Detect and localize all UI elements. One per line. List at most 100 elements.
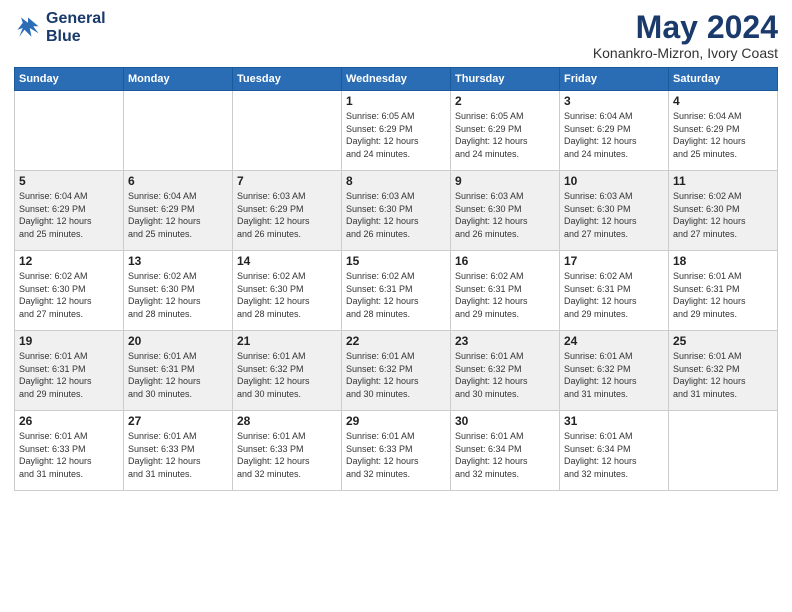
calendar-cell — [669, 411, 778, 491]
day-number: 30 — [455, 414, 555, 428]
day-info: Sunrise: 6:01 AM Sunset: 6:33 PM Dayligh… — [237, 430, 337, 480]
calendar-cell: 17 Sunrise: 6:02 AM Sunset: 6:31 PM Dayli… — [560, 251, 669, 331]
day-info: Sunrise: 6:01 AM Sunset: 6:32 PM Dayligh… — [237, 350, 337, 400]
logo: General Blue — [14, 10, 106, 46]
calendar-cell: 24Sunrise: 6:01 AM Sunset: 6:32 PM Dayli… — [560, 331, 669, 411]
day-info: Sunrise: 6:01 AM Sunset: 6:33 PM Dayligh… — [346, 430, 446, 480]
day-info: Sunrise: 6:01 AM Sunset: 6:31 PM Dayligh… — [128, 350, 228, 400]
calendar-cell: 1Sunrise: 6:05 AM Sunset: 6:29 PM Daylig… — [342, 91, 451, 171]
calendar-cell: 26 Sunrise: 6:01 AM Sunset: 6:33 PM Dayli… — [15, 411, 124, 491]
calendar-week-row: 12 Sunrise: 6:02 AM Sunset: 6:30 PM Dayli… — [15, 251, 778, 331]
day-info: Sunrise: 6:02 AM Sunset: 6:30 PM Dayligh… — [673, 190, 773, 240]
calendar-cell: 25 Sunrise: 6:01 AM Sunset: 6:32 PM Dayli… — [669, 331, 778, 411]
day-info: Sunrise: 6:02 AM Sunset: 6:30 PM Dayligh… — [128, 270, 228, 320]
day-info: Sunrise: 6:01 AM Sunset: 6:33 PM Dayligh… — [19, 430, 119, 480]
calendar-cell: 7Sunrise: 6:03 AM Sunset: 6:29 PM Daylig… — [233, 171, 342, 251]
day-info: Sunrise: 6:01 AM Sunset: 6:31 PM Dayligh… — [19, 350, 119, 400]
day-number: 11 — [673, 174, 773, 188]
calendar-cell: 6 Sunrise: 6:04 AM Sunset: 6:29 PM Daylig… — [124, 171, 233, 251]
day-info: Sunrise: 6:02 AM Sunset: 6:30 PM Dayligh… — [237, 270, 337, 320]
col-friday: Friday — [560, 68, 669, 91]
day-number: 28 — [237, 414, 337, 428]
calendar-cell — [233, 91, 342, 171]
calendar-cell: 8 Sunrise: 6:03 AM Sunset: 6:30 PM Daylig… — [342, 171, 451, 251]
calendar-week-row: 26 Sunrise: 6:01 AM Sunset: 6:33 PM Dayli… — [15, 411, 778, 491]
calendar-cell: 4Sunrise: 6:04 AM Sunset: 6:29 PM Daylig… — [669, 91, 778, 171]
day-info: Sunrise: 6:04 AM Sunset: 6:29 PM Dayligh… — [128, 190, 228, 240]
day-number: 21 — [237, 334, 337, 348]
day-number: 13 — [128, 254, 228, 268]
day-info: Sunrise: 6:01 AM Sunset: 6:33 PM Dayligh… — [128, 430, 228, 480]
calendar-cell: 23Sunrise: 6:01 AM Sunset: 6:32 PM Dayli… — [451, 331, 560, 411]
day-number: 26 — [19, 414, 119, 428]
logo-icon — [14, 14, 42, 42]
day-info: Sunrise: 6:01 AM Sunset: 6:32 PM Dayligh… — [455, 350, 555, 400]
calendar-header-row: Sunday Monday Tuesday Wednesday Thursday… — [15, 68, 778, 91]
col-monday: Monday — [124, 68, 233, 91]
day-number: 17 — [564, 254, 664, 268]
day-number: 8 — [346, 174, 446, 188]
day-info: Sunrise: 6:02 AM Sunset: 6:31 PM Dayligh… — [564, 270, 664, 320]
day-number: 6 — [128, 174, 228, 188]
calendar-cell: 5Sunrise: 6:04 AM Sunset: 6:29 PM Daylig… — [15, 171, 124, 251]
calendar-cell: 31 Sunrise: 6:01 AM Sunset: 6:34 PM Dayli… — [560, 411, 669, 491]
calendar-cell: 16Sunrise: 6:02 AM Sunset: 6:31 PM Dayli… — [451, 251, 560, 331]
page-container: General Blue May 2024 Konankro-Mizron, I… — [0, 0, 792, 501]
day-number: 12 — [19, 254, 119, 268]
day-info: Sunrise: 6:03 AM Sunset: 6:29 PM Dayligh… — [237, 190, 337, 240]
logo-text: General Blue — [46, 10, 106, 46]
calendar-cell: 18Sunrise: 6:01 AM Sunset: 6:31 PM Dayli… — [669, 251, 778, 331]
calendar-cell: 22Sunrise: 6:01 AM Sunset: 6:32 PM Dayli… — [342, 331, 451, 411]
day-number: 19 — [19, 334, 119, 348]
calendar-cell: 13 Sunrise: 6:02 AM Sunset: 6:30 PM Dayli… — [124, 251, 233, 331]
day-number: 18 — [673, 254, 773, 268]
day-info: Sunrise: 6:04 AM Sunset: 6:29 PM Dayligh… — [673, 110, 773, 160]
calendar-cell: 30 Sunrise: 6:01 AM Sunset: 6:34 PM Dayli… — [451, 411, 560, 491]
calendar-table: Sunday Monday Tuesday Wednesday Thursday… — [14, 67, 778, 491]
calendar-cell — [124, 91, 233, 171]
col-wednesday: Wednesday — [342, 68, 451, 91]
day-number: 10 — [564, 174, 664, 188]
day-info: Sunrise: 6:01 AM Sunset: 6:34 PM Dayligh… — [564, 430, 664, 480]
day-info: Sunrise: 6:02 AM Sunset: 6:31 PM Dayligh… — [455, 270, 555, 320]
calendar-week-row: 1Sunrise: 6:05 AM Sunset: 6:29 PM Daylig… — [15, 91, 778, 171]
calendar-week-row: 19 Sunrise: 6:01 AM Sunset: 6:31 PM Dayli… — [15, 331, 778, 411]
day-number: 25 — [673, 334, 773, 348]
day-info: Sunrise: 6:02 AM Sunset: 6:31 PM Dayligh… — [346, 270, 446, 320]
subtitle: Konankro-Mizron, Ivory Coast — [593, 45, 778, 61]
calendar-cell: 10 Sunrise: 6:03 AM Sunset: 6:30 PM Dayli… — [560, 171, 669, 251]
calendar-cell — [15, 91, 124, 171]
calendar-cell: 21 Sunrise: 6:01 AM Sunset: 6:32 PM Dayli… — [233, 331, 342, 411]
day-info: Sunrise: 6:05 AM Sunset: 6:29 PM Dayligh… — [455, 110, 555, 160]
day-number: 29 — [346, 414, 446, 428]
day-number: 20 — [128, 334, 228, 348]
calendar-cell: 19 Sunrise: 6:01 AM Sunset: 6:31 PM Dayli… — [15, 331, 124, 411]
day-number: 15 — [346, 254, 446, 268]
day-info: Sunrise: 6:03 AM Sunset: 6:30 PM Dayligh… — [564, 190, 664, 240]
col-thursday: Thursday — [451, 68, 560, 91]
title-block: May 2024 Konankro-Mizron, Ivory Coast — [593, 10, 778, 61]
col-tuesday: Tuesday — [233, 68, 342, 91]
calendar-cell: 29 Sunrise: 6:01 AM Sunset: 6:33 PM Dayli… — [342, 411, 451, 491]
calendar-cell: 15 Sunrise: 6:02 AM Sunset: 6:31 PM Dayli… — [342, 251, 451, 331]
day-info: Sunrise: 6:05 AM Sunset: 6:29 PM Dayligh… — [346, 110, 446, 160]
day-number: 14 — [237, 254, 337, 268]
day-info: Sunrise: 6:03 AM Sunset: 6:30 PM Dayligh… — [346, 190, 446, 240]
day-number: 3 — [564, 94, 664, 108]
day-info: Sunrise: 6:01 AM Sunset: 6:34 PM Dayligh… — [455, 430, 555, 480]
day-info: Sunrise: 6:01 AM Sunset: 6:32 PM Dayligh… — [346, 350, 446, 400]
day-number: 31 — [564, 414, 664, 428]
day-info: Sunrise: 6:04 AM Sunset: 6:29 PM Dayligh… — [564, 110, 664, 160]
day-info: Sunrise: 6:03 AM Sunset: 6:30 PM Dayligh… — [455, 190, 555, 240]
day-info: Sunrise: 6:01 AM Sunset: 6:32 PM Dayligh… — [673, 350, 773, 400]
day-number: 24 — [564, 334, 664, 348]
calendar-cell: 27 Sunrise: 6:01 AM Sunset: 6:33 PM Dayli… — [124, 411, 233, 491]
day-info: Sunrise: 6:04 AM Sunset: 6:29 PM Dayligh… — [19, 190, 119, 240]
calendar-cell: 3 Sunrise: 6:04 AM Sunset: 6:29 PM Daylig… — [560, 91, 669, 171]
calendar-cell: 28 Sunrise: 6:01 AM Sunset: 6:33 PM Dayli… — [233, 411, 342, 491]
calendar-cell: 9 Sunrise: 6:03 AM Sunset: 6:30 PM Daylig… — [451, 171, 560, 251]
day-number: 27 — [128, 414, 228, 428]
main-title: May 2024 — [593, 10, 778, 45]
day-number: 9 — [455, 174, 555, 188]
day-info: Sunrise: 6:02 AM Sunset: 6:30 PM Dayligh… — [19, 270, 119, 320]
